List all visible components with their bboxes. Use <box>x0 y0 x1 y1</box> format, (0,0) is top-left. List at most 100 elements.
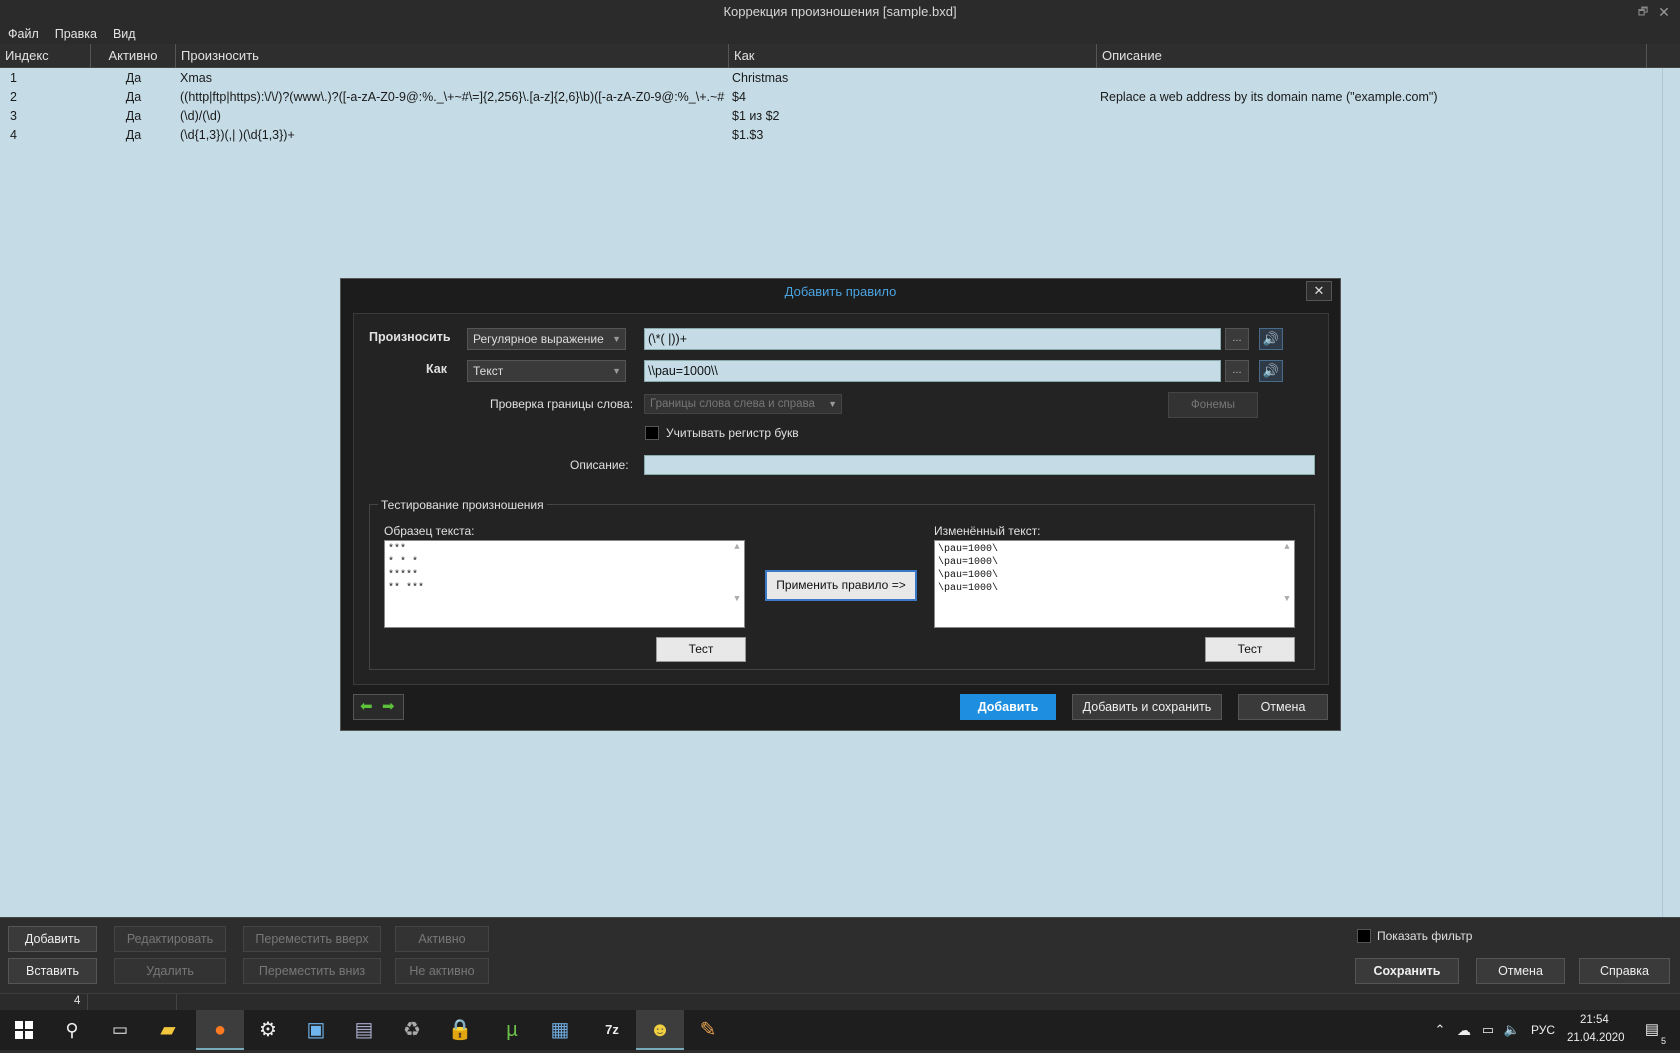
nav-arrows: ⬅ ➡ <box>353 694 404 720</box>
paint-icon[interactable]: ✎ <box>684 1010 732 1050</box>
sample-textarea[interactable]: *** * * * ***** ** *** ▲ ▼ <box>384 540 745 628</box>
cell-active: Да <box>125 109 142 123</box>
status-divider <box>176 994 177 1011</box>
chevron-up-icon[interactable]: ⌃ <box>1428 1010 1452 1050</box>
as-input[interactable]: \\pau=1000\\ <box>644 360 1221 382</box>
cancel-button[interactable]: Отмена <box>1476 958 1565 984</box>
sample-test-button[interactable]: Тест <box>656 637 746 662</box>
rule-count: 4 <box>74 995 81 1007</box>
apply-rule-button[interactable]: Применить правило => <box>765 570 917 601</box>
network-icon[interactable]: ▭ <box>1476 1010 1500 1050</box>
bottom-panel: Добавить Редактировать Переместить вверх… <box>0 917 1680 993</box>
add-button[interactable]: Добавить <box>960 694 1056 720</box>
arrow-left-icon[interactable]: ⬅ <box>360 697 373 715</box>
phonemes-button[interactable]: Фонемы <box>1168 392 1258 418</box>
table-row[interactable]: 3 Да (\d)/(\d) $1 из $2 <box>0 107 1680 126</box>
cell-description: Replace a web address by its domain name… <box>1100 90 1438 104</box>
pronounce-browse-button[interactable]: ... <box>1225 328 1249 350</box>
textarea-scrollbar[interactable]: ▲ ▼ <box>1280 541 1294 627</box>
cloud-icon[interactable]: ☁ <box>1452 1010 1476 1050</box>
column-pronounce[interactable]: Произносить <box>176 44 729 68</box>
as-type-value: Текст <box>473 364 504 378</box>
windows-start-icon[interactable] <box>0 1010 48 1050</box>
file-explorer-icon[interactable]: ▰ <box>144 1010 192 1050</box>
edit-button[interactable]: Редактировать <box>114 926 226 952</box>
activate-button[interactable]: Активно <box>395 926 489 952</box>
7zip-icon[interactable]: 7z <box>588 1010 636 1050</box>
dialog-close-button[interactable]: ✕ <box>1306 281 1332 301</box>
as-browse-button[interactable]: ... <box>1225 360 1249 382</box>
description-input[interactable] <box>644 455 1315 475</box>
column-active[interactable]: Активно <box>91 44 176 68</box>
menu-edit[interactable]: Правка <box>47 24 105 44</box>
close-icon[interactable]: ✕ <box>1654 0 1674 24</box>
column-as[interactable]: Как <box>729 44 1097 68</box>
table-row[interactable]: 2 Да ((http|ftp|https):\/\/)?(www\.)?([-… <box>0 88 1680 107</box>
help-button[interactable]: Справка <box>1579 958 1670 984</box>
dialog-cancel-button[interactable]: Отмена <box>1238 694 1328 720</box>
delete-button[interactable]: Удалить <box>114 958 226 984</box>
changed-textarea[interactable]: \pau=1000\ \pau=1000\ \pau=1000\ \pau=10… <box>934 540 1295 628</box>
cell-index: 3 <box>10 109 17 123</box>
control-panel-icon[interactable]: ▤ <box>340 1010 388 1050</box>
pronounce-label: Произносить <box>369 330 451 344</box>
notifications-icon[interactable]: ▤ 5 <box>1632 1010 1672 1050</box>
changed-label: Изменённый текст: <box>934 524 1041 538</box>
volume-icon[interactable]: 🔈 <box>1500 1010 1524 1050</box>
taskbar: ⚲ ▭ ▰ ● ⚙ ▣ ▤ ♻ 🔒 µ ▦ 7z ☻ ✎ ⌃ ☁ ▭ 🔈 РУС… <box>0 1010 1680 1050</box>
dialog-title: Добавить правило <box>784 284 897 299</box>
add-rule-dialog: Добавить правило ✕ Произносить Регулярно… <box>340 278 1341 731</box>
chevron-down-icon: ▼ <box>828 399 837 409</box>
close-icon: ✕ <box>1313 283 1325 298</box>
table-row[interactable]: 4 Да (\d{1,3})(,| )(\d{1,3})+ $1.$3 <box>0 126 1680 145</box>
speaker-icon[interactable]: 🔊 <box>1259 360 1283 382</box>
show-filter-checkbox[interactable] <box>1357 929 1371 943</box>
remote-desktop-icon[interactable]: ▣ <box>292 1010 340 1050</box>
add-and-save-button[interactable]: Добавить и сохранить <box>1072 694 1222 720</box>
menu-file[interactable]: Файл <box>0 24 47 44</box>
boundary-label: Проверка границы слова: <box>490 397 634 411</box>
deactivate-button[interactable]: Не активно <box>395 958 489 984</box>
pronounce-type-select[interactable]: Регулярное выражение ▼ <box>467 328 626 350</box>
search-icon[interactable]: ⚲ <box>48 1010 96 1050</box>
speaker-icon[interactable]: 🔊 <box>1259 328 1283 350</box>
move-up-button[interactable]: Переместить вверх <box>243 926 381 952</box>
language-indicator[interactable]: РУС <box>1531 1023 1555 1037</box>
settings-gear-icon[interactable]: ⚙ <box>244 1010 292 1050</box>
utorrent-icon[interactable]: µ <box>488 1010 536 1050</box>
show-filter-label: Показать фильтр <box>1377 929 1473 943</box>
cell-active: Да <box>125 128 142 142</box>
case-checkbox[interactable] <box>645 426 659 440</box>
as-type-select[interactable]: Текст ▼ <box>467 360 626 382</box>
arrow-right-icon[interactable]: ➡ <box>382 697 395 715</box>
menu-view[interactable]: Вид <box>105 24 144 44</box>
boundary-select[interactable]: Границы слова слева и справа ▼ <box>644 394 842 414</box>
restore-icon[interactable]: 🗗 <box>1632 0 1654 24</box>
pronounce-input[interactable]: (\*( |))+ <box>644 328 1221 350</box>
keepass-lock-icon[interactable]: 🔒 <box>436 1010 484 1050</box>
task-view-icon[interactable]: ▭ <box>96 1010 144 1050</box>
add-rule-button[interactable]: Добавить <box>8 926 97 952</box>
column-description[interactable]: Описание <box>1097 44 1647 68</box>
window-title: Коррекция произношения [sample.bxd] <box>723 4 957 19</box>
recycle-bin-icon[interactable]: ♻ <box>388 1010 436 1050</box>
insert-button[interactable]: Вставить <box>8 958 97 984</box>
balabolka-icon[interactable]: ☻ <box>636 1010 684 1050</box>
move-down-button[interactable]: Переместить вниз <box>243 958 381 984</box>
save-button[interactable]: Сохранить <box>1355 958 1459 984</box>
boundary-value: Границы слова слева и справа <box>650 398 815 410</box>
textarea-scrollbar[interactable]: ▲ ▼ <box>730 541 744 627</box>
clock-date[interactable]: 21.04.2020 <box>1567 1032 1625 1044</box>
cell-as: Christmas <box>732 71 789 85</box>
cell-index: 1 <box>10 71 17 85</box>
clock-time[interactable]: 21:54 <box>1580 1014 1609 1026</box>
changed-test-button[interactable]: Тест <box>1205 637 1295 662</box>
table-row[interactable]: 1 Да Xmas Christmas <box>0 69 1680 88</box>
description-label: Описание: <box>570 458 629 472</box>
table-scrollbar[interactable] <box>1662 68 1680 917</box>
column-index[interactable]: Индекс <box>0 44 91 68</box>
as-label: Как <box>426 362 447 376</box>
cell-active: Да <box>125 90 142 104</box>
firefox-icon[interactable]: ● <box>196 1010 244 1050</box>
windows-app-icon[interactable]: ▦ <box>536 1010 584 1050</box>
